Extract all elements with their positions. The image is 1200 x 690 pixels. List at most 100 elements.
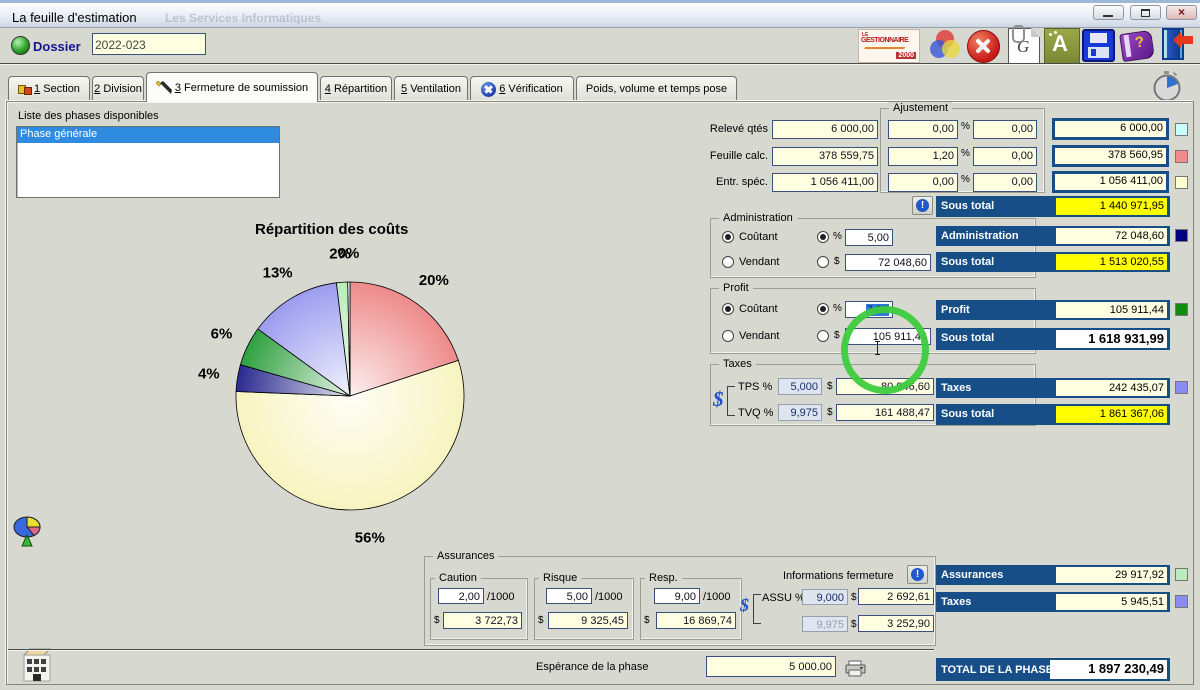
pie-chart-icon[interactable] (12, 515, 44, 549)
row1-base-field[interactable]: 6 000,00 (772, 120, 878, 139)
assu-label: ASSU % (762, 592, 805, 604)
entr-color-swatch (1175, 176, 1188, 189)
tab-division[interactable]: 2 Division (92, 76, 144, 101)
help-book-icon[interactable]: ? (1120, 29, 1153, 62)
dossier-status-icon (11, 36, 30, 55)
assurances-taxes-bar: Taxes 5 945,51 (936, 592, 1170, 612)
tvq-amount-field[interactable]: 161 488,47 (836, 404, 934, 421)
tab-verification[interactable]: 6 Vérification (470, 76, 574, 101)
text-cursor (874, 341, 881, 356)
percent-sign: % (961, 174, 970, 185)
dossier-input[interactable]: 2022-023 (92, 33, 206, 55)
colors-venn-icon[interactable] (928, 29, 962, 62)
assu-amount-field[interactable]: 2 692,61 (858, 588, 934, 605)
row1-adj-pct-field[interactable]: 0,00 (888, 120, 958, 139)
row3-adj-amt-field[interactable]: 0,00 (973, 173, 1037, 192)
profit-dollar-label: $ (834, 330, 840, 341)
profit-bar-value: 105 911,44 (1056, 302, 1167, 318)
printer-icon[interactable] (844, 660, 868, 677)
assu-amount2-field[interactable]: 3 252,90 (858, 615, 934, 632)
a-format-icon[interactable]: A (1044, 28, 1080, 64)
tab-repartition[interactable]: 4 Répartition (320, 76, 392, 101)
tab-section[interactable]: 1 Section (8, 76, 90, 101)
tab-fermeture[interactable]: 3 Fermeture de soumission (146, 72, 318, 102)
row2-adj-pct-field[interactable]: 1,20 (888, 147, 958, 166)
administration-legend: Administration (719, 212, 797, 224)
assu-pct-field[interactable]: 9,000 (802, 589, 848, 605)
profit-dollar-radio[interactable] (817, 330, 829, 342)
phases-list-label: Liste des phases disponibles (18, 110, 159, 122)
caution-rate-field[interactable]: 2,00 (438, 588, 484, 604)
resp-per-label: /1000 (703, 591, 731, 603)
admin-amount-field[interactable]: 72 048,60 (845, 254, 931, 271)
administration-bar: Administration 72 048,60 (936, 226, 1170, 246)
caution-per-label: /1000 (487, 591, 515, 603)
stopwatch-icon[interactable] (1150, 70, 1184, 103)
tab-ventilation[interactable]: 5 Ventilation (394, 76, 468, 101)
caution-amount-field[interactable]: 3 722,73 (443, 612, 522, 629)
profit-sous-total-bar: Sous total 1 618 931,99 (936, 328, 1170, 350)
admin-dollar-radio[interactable] (817, 256, 829, 268)
dossier-label: Dossier (33, 39, 81, 54)
admin-vendant-label: Vendant (739, 256, 779, 268)
gestionnaire-logo[interactable]: LE GESTIONNAIRE 2000 (858, 29, 920, 63)
assu-bracket (753, 594, 754, 624)
g-document-icon[interactable]: G (1008, 28, 1040, 64)
taxes-bar-value: 242 435,07 (1056, 380, 1167, 396)
ajustement-legend: Ajustement (889, 102, 952, 114)
row1-adj-amt-field[interactable]: 0,00 (973, 120, 1037, 139)
pie-label-profit: 6% (211, 325, 233, 342)
resp-amount-field[interactable]: 16 869,74 (656, 612, 736, 629)
esperance-field[interactable]: 5 000.00 (706, 656, 836, 677)
risque-rate-field[interactable]: 5,00 (546, 588, 592, 604)
assurances-color-swatch (1175, 568, 1188, 581)
admin-pct-field[interactable]: 5,00 (845, 229, 893, 246)
admin-coutant-label: Coûtant (739, 231, 778, 243)
profit-pct-label: % (833, 303, 842, 314)
info-button-2[interactable]: ! (907, 565, 928, 584)
dollar-sign: $ (851, 619, 857, 630)
assu-pct2-field[interactable]: 9,975 (802, 616, 848, 632)
admin-pct-radio[interactable] (817, 231, 829, 243)
save-floppy-icon[interactable] (1082, 29, 1115, 62)
assurances-taxes-value: 5 945,51 (1056, 594, 1167, 610)
taxes-sous-total-bar: Sous total 1 861 367,06 (936, 404, 1170, 425)
phases-listbox[interactable]: Phase générale (16, 126, 280, 198)
pie-label-entr-spec: 56% (355, 530, 385, 547)
phase-list-item[interactable]: Phase générale (17, 127, 279, 143)
row2-result-field: 378 560,95 (1052, 145, 1169, 167)
tvq-pct-field[interactable]: 9,975 (778, 404, 822, 421)
profit-amount-field[interactable]: 105 911,44 (845, 328, 931, 345)
row3-base-field[interactable]: 1 056 411,00 (772, 173, 878, 192)
risque-amount-field[interactable]: 9 325,45 (548, 612, 628, 629)
title-bar: Les Services Informatiques La feuille d'… (0, 0, 1200, 28)
row3-label: Entr. spéc. (716, 176, 768, 188)
profit-pct-radio[interactable] (817, 303, 829, 315)
maximize-button[interactable] (1130, 5, 1161, 20)
tab-poids-volume[interactable]: Poids, volume et temps pose (576, 76, 737, 101)
section-icon (18, 83, 31, 95)
tps-pct-field[interactable]: 5,000 (778, 378, 822, 395)
dollar-sign: $ (851, 592, 857, 603)
building-icon[interactable] (20, 647, 54, 683)
tools-icon[interactable] (966, 29, 1000, 62)
exit-door-icon[interactable] (1158, 27, 1196, 62)
minimize-button[interactable] (1093, 5, 1124, 20)
row2-base-field[interactable]: 378 559,75 (772, 147, 878, 166)
row3-adj-pct-field[interactable]: 0,00 (888, 173, 958, 192)
profit-pct-field[interactable]: 7,00 (845, 301, 893, 318)
sous-total-1-value: 1 440 971,95 (1056, 198, 1167, 215)
row2-adj-amt-field[interactable]: 0,00 (973, 147, 1037, 166)
assu-dollar-icon: $ (740, 595, 749, 616)
admin-coutant-radio[interactable] (722, 231, 734, 243)
info-button-1[interactable]: ! (912, 196, 933, 215)
resp-rate-field[interactable]: 9,00 (654, 588, 700, 604)
profit-coutant-radio[interactable] (722, 303, 734, 315)
taxes-legend: Taxes (719, 358, 756, 370)
close-button[interactable]: × (1166, 5, 1197, 20)
total-phase-bar: TOTAL DE LA PHASE 1 897 230,49 (936, 658, 1170, 681)
admin-vendant-radio[interactable] (722, 256, 734, 268)
risque-legend: Risque (539, 572, 581, 584)
tps-amount-field[interactable]: 80 946,60 (836, 378, 934, 395)
profit-vendant-radio[interactable] (722, 330, 734, 342)
